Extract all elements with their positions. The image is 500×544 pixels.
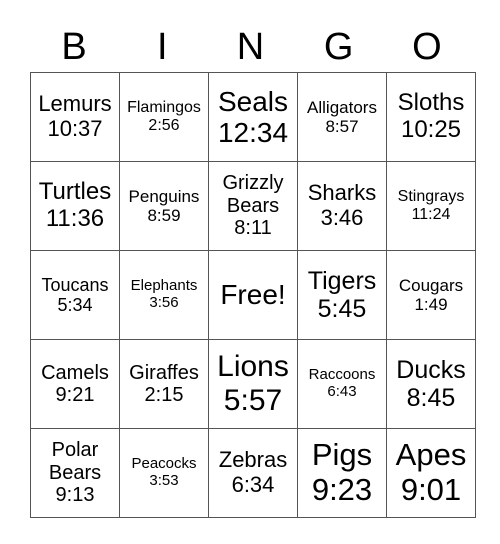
bingo-cell[interactable]: Apes 9:01: [386, 428, 476, 518]
bingo-cell[interactable]: Lions 5:57: [208, 339, 298, 429]
cell-label: Toucans 5:34: [41, 274, 109, 315]
bingo-cell[interactable]: Polar Bears 9:13: [30, 428, 120, 518]
bingo-cell[interactable]: Tigers 5:45: [297, 250, 387, 340]
cell-label: Free!: [220, 279, 286, 311]
header-letter-g: G: [323, 26, 354, 68]
bingo-cell[interactable]: Alligators 8:57: [297, 72, 387, 162]
header-letter-i: I: [157, 26, 168, 68]
header-letter-o: O: [412, 26, 442, 68]
cell-label: Cougars 1:49: [398, 275, 464, 314]
board-row: Camels 9:21 Giraffes 2:15 Lions 5:57 Raccoo…: [30, 339, 476, 429]
bingo-header: B I N G O: [30, 22, 471, 72]
bingo-cell[interactable]: Camels 9:21: [30, 339, 120, 429]
free-space-cell[interactable]: Free!: [208, 250, 298, 340]
bingo-cell[interactable]: Flamingos 2:56: [119, 72, 209, 162]
cell-label: Sharks 3:46: [307, 180, 377, 230]
bingo-cell[interactable]: Raccoons 6:43: [297, 339, 387, 429]
bingo-cell[interactable]: Seals 12:34: [208, 72, 298, 162]
cell-label: Raccoons 6:43: [308, 366, 376, 400]
board-row: Polar Bears 9:13 Peacocks 3:53 Zebras 6:34…: [30, 428, 476, 518]
bingo-cell[interactable]: Peacocks 3:53: [119, 428, 209, 518]
bingo-cell[interactable]: Cougars 1:49: [386, 250, 476, 340]
bingo-cell[interactable]: Lemurs 10:37: [30, 72, 120, 162]
board-row: Turtles 11:36 Penguins 8:59 Grizzly Bears …: [30, 161, 476, 251]
bingo-cell[interactable]: Giraffes 2:15: [119, 339, 209, 429]
cell-label: Lemurs 10:37: [38, 91, 112, 141]
cell-label: Camels 9:21: [41, 361, 109, 406]
cell-label: Peacocks 3:53: [131, 455, 197, 489]
board-row: Toucans 5:34 Elephants 3:56 Free! Tigers 5:…: [30, 250, 476, 340]
cell-label: Sloths 10:25: [397, 89, 465, 143]
bingo-cell[interactable]: Turtles 11:36: [30, 161, 120, 251]
cell-label: Polar Bears 9:13: [48, 439, 102, 507]
bingo-cell[interactable]: Stingrays 11:24: [386, 161, 476, 251]
cell-label: Ducks 8:45: [396, 356, 466, 412]
header-letter-n: N: [236, 26, 265, 68]
bingo-cell[interactable]: Elephants 3:56: [119, 250, 209, 340]
header-letter-b: B: [61, 26, 87, 68]
cell-label: Pigs 9:23: [311, 437, 373, 507]
bingo-cell[interactable]: Penguins 8:59: [119, 161, 209, 251]
cell-label: Grizzly Bears 8:11: [222, 172, 284, 240]
bingo-cell[interactable]: Pigs 9:23: [297, 428, 387, 518]
cell-label: Lions 5:57: [217, 350, 289, 417]
cell-label: Flamingos 2:56: [127, 99, 201, 134]
cell-label: Turtles 11:36: [38, 178, 112, 232]
bingo-board: Lemurs 10:37 Flamingos 2:56 Seals 12:34 All…: [30, 72, 476, 518]
board-row: Lemurs 10:37 Flamingos 2:56 Seals 12:34 All…: [30, 72, 476, 162]
cell-label: Penguins 8:59: [128, 186, 200, 225]
cell-label: Alligators 8:57: [307, 97, 377, 136]
cell-label: Stingrays 11:24: [397, 188, 465, 223]
bingo-cell[interactable]: Zebras 6:34: [208, 428, 298, 518]
cell-label: Tigers 5:45: [307, 267, 377, 323]
bingo-cell[interactable]: Sharks 3:46: [297, 161, 387, 251]
cell-label: Apes 9:01: [395, 437, 467, 507]
cell-label: Elephants 3:56: [130, 277, 198, 311]
bingo-cell[interactable]: Ducks 8:45: [386, 339, 476, 429]
bingo-cell[interactable]: Toucans 5:34: [30, 250, 120, 340]
bingo-cell[interactable]: Grizzly Bears 8:11: [208, 161, 298, 251]
cell-label: Seals 12:34: [217, 85, 289, 148]
cell-label: Zebras 6:34: [218, 447, 288, 497]
bingo-cell[interactable]: Sloths 10:25: [386, 72, 476, 162]
cell-label: Giraffes 2:15: [129, 361, 199, 406]
